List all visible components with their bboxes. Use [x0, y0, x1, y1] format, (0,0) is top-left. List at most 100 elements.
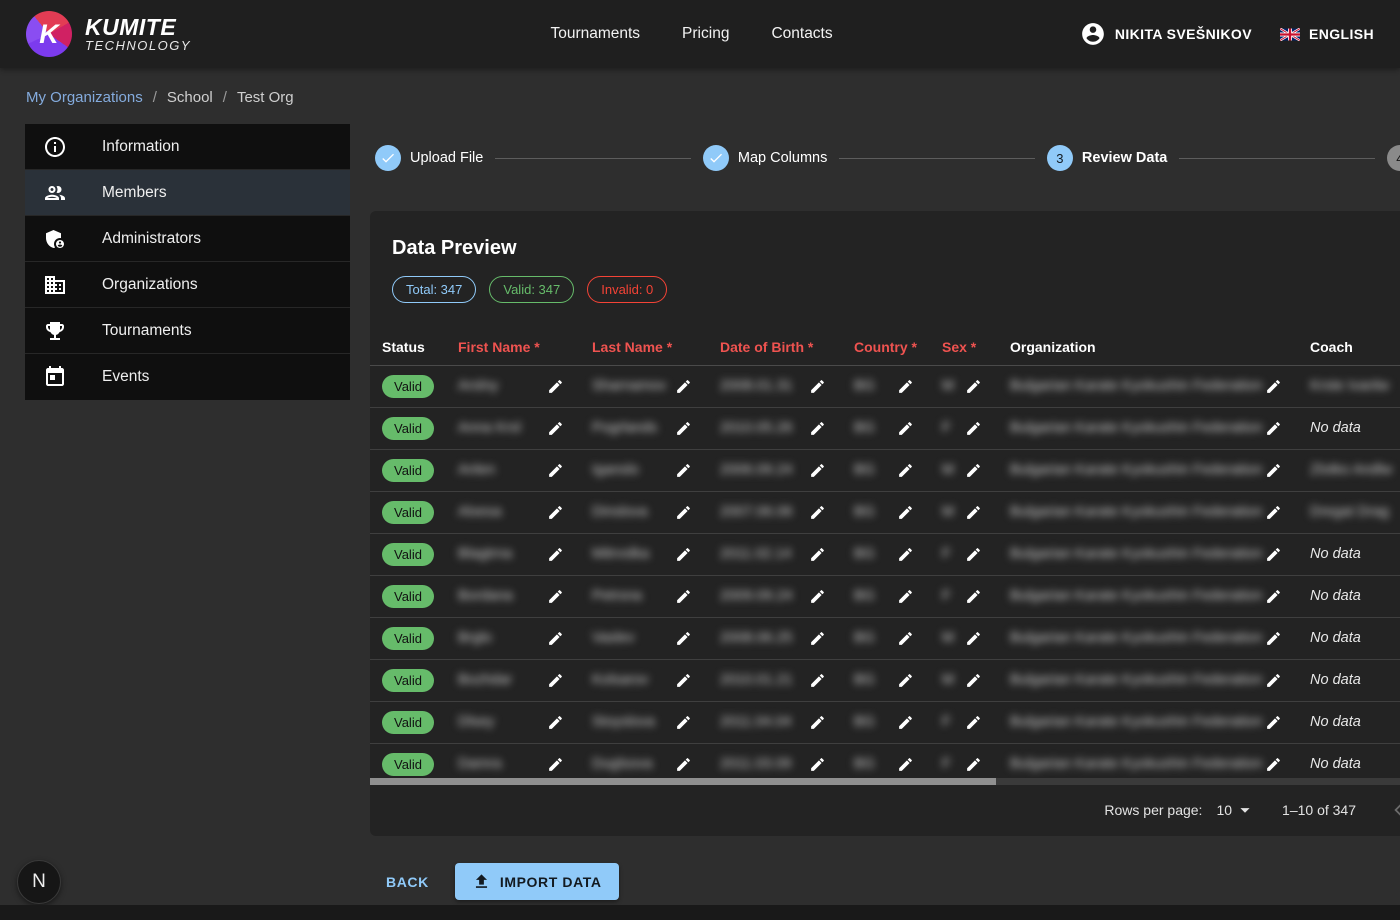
edit-icon[interactable] [809, 630, 826, 647]
breadcrumb-my-organizations[interactable]: My Organizations [26, 89, 143, 106]
edit-icon[interactable] [965, 546, 982, 563]
edit-icon[interactable] [897, 378, 914, 395]
edit-icon[interactable] [675, 672, 692, 689]
edit-icon[interactable] [897, 504, 914, 521]
edit-icon[interactable] [965, 420, 982, 437]
edit-icon[interactable] [809, 672, 826, 689]
organization-cell: Bulgarian Karate Kyokushin Federation [1010, 588, 1262, 604]
edit-icon[interactable] [547, 462, 564, 479]
edit-icon[interactable] [547, 504, 564, 521]
edit-icon[interactable] [965, 672, 982, 689]
sidebar-item-tournaments[interactable]: Tournaments [25, 308, 350, 354]
edit-icon[interactable] [809, 378, 826, 395]
edit-icon[interactable] [965, 714, 982, 731]
edit-icon[interactable] [965, 630, 982, 647]
edit-icon[interactable] [809, 546, 826, 563]
edit-icon[interactable] [809, 588, 826, 605]
edit-icon[interactable] [897, 672, 914, 689]
account-circle-icon [1080, 21, 1106, 47]
step-map-columns[interactable]: Map Columns [703, 145, 827, 171]
edit-icon[interactable] [675, 546, 692, 563]
table-row[interactable]: Valid Damra Duglsova 2011.03.09 BG F Bul… [370, 743, 1400, 778]
breadcrumb-school[interactable]: School [167, 89, 213, 106]
scrollbar-thumb[interactable] [370, 778, 996, 785]
edit-icon[interactable] [1265, 504, 1282, 521]
edit-icon[interactable] [1265, 714, 1282, 731]
edit-icon[interactable] [675, 504, 692, 521]
edit-icon[interactable] [897, 714, 914, 731]
rows-per-page-label: Rows per page: [1104, 802, 1202, 818]
horizontal-scrollbar[interactable] [370, 778, 1400, 785]
edit-icon[interactable] [809, 714, 826, 731]
edit-icon[interactable] [1265, 546, 1282, 563]
nav-contacts[interactable]: Contacts [771, 25, 832, 43]
edit-icon[interactable] [809, 462, 826, 479]
edit-icon[interactable] [897, 588, 914, 605]
user-menu[interactable]: NIKITA SVEŠNIKOV [1080, 21, 1252, 47]
edit-icon[interactable] [965, 756, 982, 773]
edit-icon[interactable] [675, 462, 692, 479]
edit-icon[interactable] [547, 546, 564, 563]
edit-icon[interactable] [1265, 630, 1282, 647]
edit-icon[interactable] [1265, 378, 1282, 395]
step-upload-file[interactable]: Upload File [375, 145, 483, 171]
sidebar-item-organizations[interactable]: Organizations [25, 262, 350, 308]
rows-per-page-select[interactable]: 10 [1216, 799, 1256, 821]
table-row[interactable]: Valid Bordana Petrsna 2009.09.24 BG F Bu… [370, 575, 1400, 617]
edit-icon[interactable] [547, 714, 564, 731]
sidebar-item-information[interactable]: Information [25, 124, 350, 170]
sidebar-item-members[interactable]: Members [25, 170, 350, 216]
edit-icon[interactable] [547, 630, 564, 647]
edit-icon[interactable] [897, 420, 914, 437]
country-cell: BG [854, 756, 875, 772]
edit-icon[interactable] [897, 546, 914, 563]
edit-icon[interactable] [675, 378, 692, 395]
edit-icon[interactable] [675, 420, 692, 437]
edit-icon[interactable] [897, 756, 914, 773]
edit-icon[interactable] [547, 588, 564, 605]
table-row[interactable]: Valid Arslny Sharnamov 2008.01.31 BG M B… [370, 365, 1400, 407]
edit-icon[interactable] [1265, 588, 1282, 605]
table-row[interactable]: Valid Brglo Vaslev 2008.06.25 BG M Bulga… [370, 617, 1400, 659]
edit-icon[interactable] [809, 756, 826, 773]
language-selector[interactable]: ENGLISH [1280, 26, 1374, 42]
edit-icon[interactable] [547, 672, 564, 689]
country-cell: BG [854, 630, 875, 646]
edit-icon[interactable] [1265, 756, 1282, 773]
edit-icon[interactable] [965, 504, 982, 521]
table-row[interactable]: Valid Anna Krsl Pogrlands 2010.05.26 BG … [370, 407, 1400, 449]
status-badge: Valid [382, 543, 434, 566]
table-row[interactable]: Valid Blagtrna Mitrvslka 2011.02.14 BG F… [370, 533, 1400, 575]
first-name-cell: Brglo [458, 630, 492, 646]
edit-icon[interactable] [809, 420, 826, 437]
table-row[interactable]: Valid Dlsey Stoyslova 2011.04.04 BG F Bu… [370, 701, 1400, 743]
edit-icon[interactable] [547, 420, 564, 437]
sidebar-item-events[interactable]: Events [25, 354, 350, 400]
brand-logo[interactable]: K KUMITE TECHNOLOGY [26, 11, 191, 57]
edit-icon[interactable] [675, 630, 692, 647]
edit-icon[interactable] [1265, 672, 1282, 689]
step-review-data[interactable]: 3 Review Data [1047, 145, 1167, 171]
edit-icon[interactable] [547, 756, 564, 773]
edit-icon[interactable] [809, 504, 826, 521]
table-row[interactable]: Valid Bozhdar Kolsarov 2010.01.21 BG M B… [370, 659, 1400, 701]
table-row[interactable]: Valid Alxesa Dinslova 2007.06.06 BG M Bu… [370, 491, 1400, 533]
edit-icon[interactable] [1265, 462, 1282, 479]
sidebar-item-administrators[interactable]: Administrators [25, 216, 350, 262]
edit-icon[interactable] [675, 756, 692, 773]
edit-icon[interactable] [965, 588, 982, 605]
nav-tournaments[interactable]: Tournaments [550, 25, 640, 43]
edit-icon[interactable] [965, 462, 982, 479]
nav-pricing[interactable]: Pricing [682, 25, 729, 43]
dev-badge[interactable]: N [17, 860, 61, 904]
edit-icon[interactable] [675, 714, 692, 731]
edit-icon[interactable] [547, 378, 564, 395]
edit-icon[interactable] [897, 630, 914, 647]
back-button[interactable]: BACK [376, 866, 439, 898]
edit-icon[interactable] [897, 462, 914, 479]
edit-icon[interactable] [965, 378, 982, 395]
table-row[interactable]: Valid Anlen Iganslo 2006.09.24 BG M Bulg… [370, 449, 1400, 491]
edit-icon[interactable] [1265, 420, 1282, 437]
import-data-button[interactable]: IMPORT DATA [455, 863, 619, 900]
edit-icon[interactable] [675, 588, 692, 605]
